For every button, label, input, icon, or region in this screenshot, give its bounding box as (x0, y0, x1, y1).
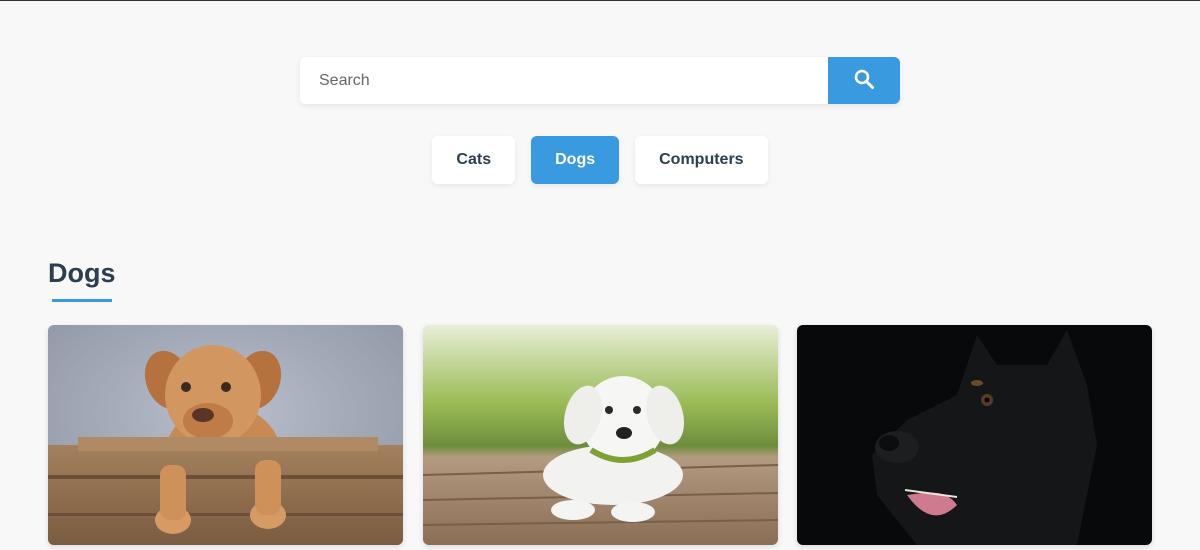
section-title: Dogs (48, 258, 116, 288)
search-bar (300, 57, 900, 104)
tab-cats[interactable]: Cats (432, 136, 516, 184)
gallery-card-black-dog[interactable] (797, 325, 1152, 545)
search-input[interactable] (300, 57, 828, 104)
brown-puppy-image (48, 325, 403, 545)
gallery-card-white-puppy[interactable] (423, 325, 778, 545)
top-border (0, 0, 1200, 1)
gallery-card-brown-puppy[interactable] (48, 325, 403, 545)
title-underline (52, 299, 112, 302)
tab-computers[interactable]: Computers (635, 136, 768, 184)
white-puppy-image (423, 325, 778, 545)
search-button[interactable] (828, 57, 900, 104)
black-dog-image (797, 325, 1152, 545)
tab-dogs[interactable]: Dogs (531, 136, 620, 184)
category-tabs: Cats Dogs Computers (0, 136, 1200, 184)
search-icon (853, 68, 875, 93)
